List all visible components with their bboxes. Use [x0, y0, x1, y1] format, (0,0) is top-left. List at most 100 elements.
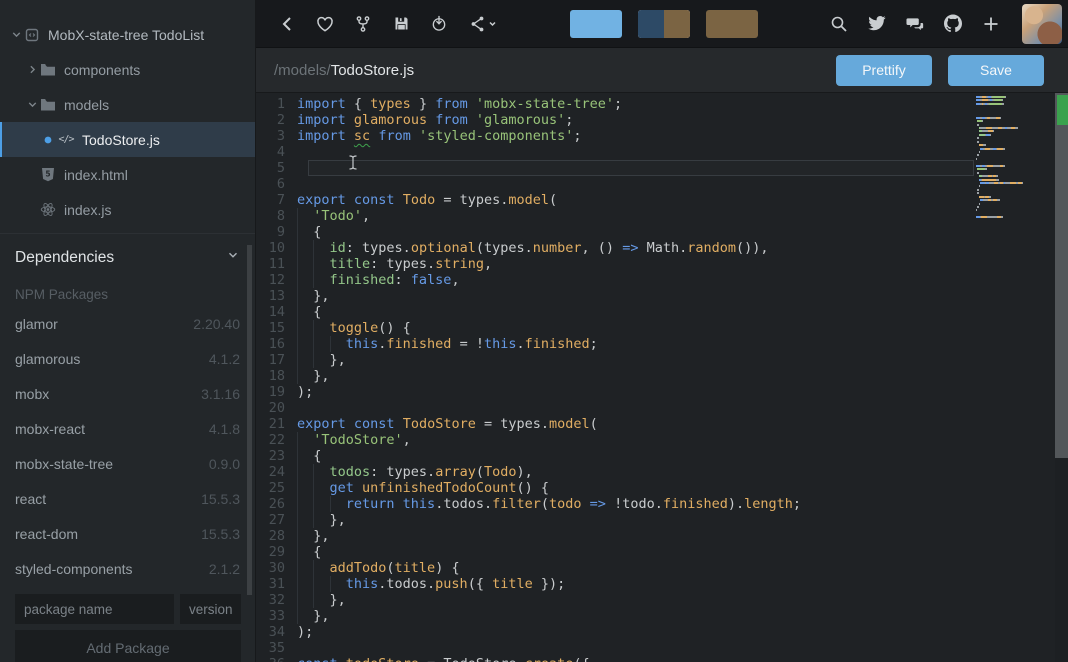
code-line-23[interactable]: 23{	[256, 448, 1068, 464]
code-file-icon: </>	[58, 132, 74, 148]
editor-view-button[interactable]	[570, 10, 622, 38]
package-name-input[interactable]	[15, 594, 174, 624]
codesandbox-app: MobX-state-tree TodoList components models…	[0, 0, 1068, 662]
code-line-19[interactable]: 19);	[256, 384, 1068, 400]
code-line-8[interactable]: 8'Todo',	[256, 208, 1068, 224]
tree-item-index-html[interactable]: 5index.html	[0, 157, 255, 192]
line-number: 2	[256, 112, 297, 128]
preview-view-button[interactable]	[706, 10, 758, 38]
code-line-32[interactable]: 32},	[256, 592, 1068, 608]
download-icon[interactable]	[430, 15, 448, 33]
dependency-row-mobx-state-tree[interactable]: mobx-state-tree0.9.0	[0, 446, 255, 481]
code-line-36[interactable]: 36const todoStore = TodoStore.create({	[256, 656, 1068, 662]
breadcrumb: /models/TodoStore.js	[274, 62, 414, 79]
code-line-34[interactable]: 34);	[256, 624, 1068, 640]
add-package-button[interactable]: Add Package	[15, 630, 241, 662]
dependency-version: 2.20.40	[193, 316, 240, 332]
sidebar: MobX-state-tree TodoList components models…	[0, 0, 256, 662]
save-button[interactable]: Save	[948, 55, 1044, 86]
code-lines[interactable]: 1import { types } from 'mobx-state-tree'…	[256, 93, 1068, 662]
dependency-row-mobx[interactable]: mobx3.1.16	[0, 376, 255, 411]
code-line-22[interactable]: 22'TodoStore',	[256, 432, 1068, 448]
code-line-1[interactable]: 1import { types } from 'mobx-state-tree'…	[256, 96, 1068, 112]
line-number: 20	[256, 400, 297, 416]
dependencies-header[interactable]: Dependencies	[0, 234, 255, 275]
code-line-5[interactable]: 5	[256, 160, 1068, 176]
code-line-24[interactable]: 24todos: types.array(Todo),	[256, 464, 1068, 480]
line-number: 14	[256, 304, 297, 320]
code-line-29[interactable]: 29{	[256, 544, 1068, 560]
dependency-row-glamorous[interactable]: glamorous4.1.2	[0, 341, 255, 376]
chevron-down-icon	[8, 27, 24, 43]
line-number: 12	[256, 272, 297, 288]
line-number: 24	[256, 464, 297, 480]
code-line-6[interactable]: 6	[256, 176, 1068, 192]
line-number: 17	[256, 352, 297, 368]
dependency-row-glamor[interactable]: glamor 2.20.40	[0, 306, 255, 341]
code-line-26[interactable]: 26return this.todos.filter(todo => !todo…	[256, 496, 1068, 512]
line-number: 21	[256, 416, 297, 432]
prettify-button[interactable]: Prettify	[836, 55, 932, 86]
line-number: 31	[256, 576, 297, 592]
code-line-31[interactable]: 31this.todos.push({ title });	[256, 576, 1068, 592]
code-line-12[interactable]: 12finished: false,	[256, 272, 1068, 288]
like-heart-icon[interactable]	[316, 15, 334, 33]
dependency-row-react-dom[interactable]: react-dom15.5.3	[0, 516, 255, 551]
code-line-16[interactable]: 16this.finished = !this.finished;	[256, 336, 1068, 352]
code-line-13[interactable]: 13},	[256, 288, 1068, 304]
code-line-15[interactable]: 15toggle() {	[256, 320, 1068, 336]
code-line-4[interactable]: 4	[256, 144, 1068, 160]
code-line-25[interactable]: 25get unfinishedTodoCount() {	[256, 480, 1068, 496]
dependency-row-mobx-react[interactable]: mobx-react4.1.8	[0, 411, 255, 446]
toolbar-left-group	[256, 15, 508, 33]
code-line-3[interactable]: 3import sc from 'styled-components';	[256, 128, 1068, 144]
new-sandbox-plus-icon[interactable]	[982, 15, 1000, 33]
sidebar-scrollbar-thumb[interactable]	[247, 245, 252, 595]
code-line-7[interactable]: 7export const Todo = types.model(	[256, 192, 1068, 208]
code-line-17[interactable]: 17},	[256, 352, 1068, 368]
fork-icon[interactable]	[354, 15, 372, 33]
code-line-20[interactable]: 20	[256, 400, 1068, 416]
folder-file-icon	[40, 62, 56, 78]
code-line-11[interactable]: 11title: types.string,	[256, 256, 1068, 272]
code-line-9[interactable]: 9{	[256, 224, 1068, 240]
search-icon[interactable]	[830, 15, 848, 33]
dependency-name: glamor	[15, 316, 58, 332]
minimap[interactable]	[976, 96, 1040, 220]
split-view-button[interactable]	[638, 10, 690, 38]
editor-scrollbar-track[interactable]	[1055, 93, 1068, 662]
version-input[interactable]	[180, 594, 241, 624]
tree-item-index-js[interactable]: index.js	[0, 192, 255, 227]
line-number: 7	[256, 192, 297, 208]
react-file-icon	[40, 202, 56, 218]
code-line-35[interactable]: 35	[256, 640, 1068, 656]
file-label: components	[64, 62, 140, 78]
code-line-21[interactable]: 21export const TodoStore = types.model(	[256, 416, 1068, 432]
back-button[interactable]	[278, 15, 296, 33]
code-line-14[interactable]: 14{	[256, 304, 1068, 320]
line-number: 6	[256, 176, 297, 192]
code-editor[interactable]: 1import { types } from 'mobx-state-tree'…	[256, 93, 1068, 662]
user-avatar[interactable]	[1022, 4, 1062, 44]
dependency-row-react[interactable]: react15.5.3	[0, 481, 255, 516]
code-line-27[interactable]: 27},	[256, 512, 1068, 528]
twitter-icon[interactable]	[868, 15, 886, 33]
tree-item-todostore-js[interactable]: </>TodoStore.js	[0, 122, 255, 157]
share-icon[interactable]	[468, 15, 498, 33]
code-line-30[interactable]: 30addTodo(title) {	[256, 560, 1068, 576]
code-line-28[interactable]: 28},	[256, 528, 1068, 544]
tree-item-mobx-state-tree-todolist[interactable]: MobX-state-tree TodoList	[0, 17, 255, 52]
code-line-10[interactable]: 10id: types.optional(types.number, () =>…	[256, 240, 1068, 256]
code-line-18[interactable]: 18},	[256, 368, 1068, 384]
code-line-33[interactable]: 33},	[256, 608, 1068, 624]
save-icon[interactable]	[392, 15, 410, 33]
dependency-name: mobx	[15, 386, 49, 402]
code-line-2[interactable]: 2import glamorous from 'glamorous';	[256, 112, 1068, 128]
feedback-chat-icon[interactable]	[906, 15, 924, 33]
tree-item-models[interactable]: models	[0, 87, 255, 122]
tree-item-components[interactable]: components	[0, 52, 255, 87]
dependency-row-styled-components[interactable]: styled-components2.1.2	[0, 551, 255, 586]
editor-scrollbar-thumb[interactable]	[1055, 93, 1068, 458]
top-toolbar	[256, 0, 1068, 48]
github-icon[interactable]	[944, 15, 962, 33]
